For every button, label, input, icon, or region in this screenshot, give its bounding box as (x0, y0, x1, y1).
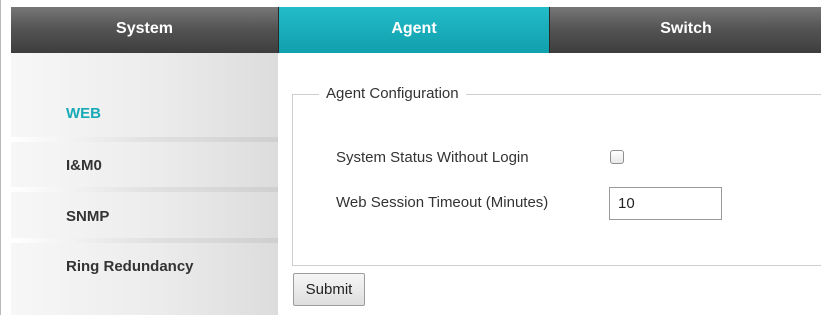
sidebar-divider (11, 137, 278, 142)
sidebar: WEB I&M0 SNMP Ring Redundancy (11, 53, 278, 315)
tab-agent[interactable]: Agent (279, 7, 549, 53)
session-timeout-label: Web Session Timeout (Minutes) (336, 194, 549, 211)
sidebar-item-im0[interactable]: I&M0 (11, 157, 278, 174)
top-tab-bar: System Agent Switch (11, 7, 821, 53)
submit-button[interactable]: Submit (293, 273, 365, 306)
status-without-login-label: System Status Without Login (336, 149, 529, 166)
tab-system[interactable]: System (11, 7, 279, 53)
status-without-login-checkbox[interactable] (610, 150, 624, 164)
agent-configuration-group (292, 94, 821, 266)
sidebar-divider (11, 238, 278, 243)
sidebar-item-ring-redundancy[interactable]: Ring Redundancy (11, 258, 278, 275)
sidebar-item-web[interactable]: WEB (11, 105, 278, 122)
sidebar-item-snmp[interactable]: SNMP (11, 208, 278, 225)
tab-switch[interactable]: Switch (549, 7, 821, 53)
agent-configuration-legend: Agent Configuration (319, 85, 466, 102)
app-frame: System Agent Switch WEB I&M0 SNMP Ring R… (0, 0, 821, 315)
sidebar-divider (11, 187, 278, 192)
session-timeout-input[interactable] (609, 187, 722, 220)
